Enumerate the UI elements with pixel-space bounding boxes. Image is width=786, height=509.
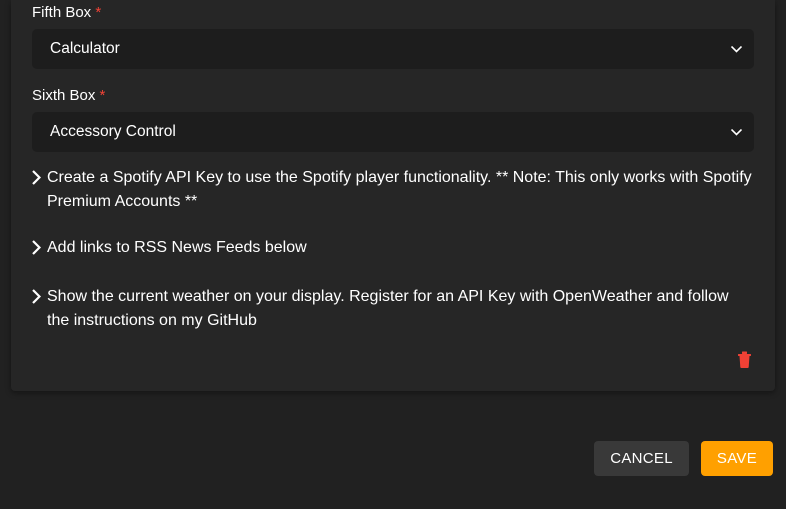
cancel-button[interactable]: CANCEL [594, 441, 689, 476]
collapsible-spotify[interactable]: Create a Spotify API Key to use the Spot… [32, 166, 754, 214]
required-marker: * [95, 4, 101, 21]
sixth-box-select-wrap: Accessory Control [32, 112, 754, 152]
collapsible-rss[interactable]: Add links to RSS News Feeds below [32, 236, 754, 263]
save-button[interactable]: SAVE [701, 441, 773, 476]
fifth-box-select[interactable]: Calculator [32, 29, 754, 69]
trash-icon [737, 356, 752, 371]
collapsible-spotify-text: Create a Spotify API Key to use the Spot… [47, 166, 754, 214]
label-text: Fifth Box [32, 4, 91, 21]
sixth-box-label: Sixth Box * [32, 83, 754, 112]
chevron-right-icon [32, 169, 41, 193]
collapsible-weather-text: Show the current weather on your display… [47, 285, 754, 333]
settings-panel: Fifth Box * Calculator Sixth Box * Acces… [11, 0, 775, 391]
fifth-box-select-wrap: Calculator [32, 29, 754, 69]
collapsible-weather[interactable]: Show the current weather on your display… [32, 285, 754, 333]
collapsible-rss-text: Add links to RSS News Feeds below [47, 236, 307, 260]
sixth-box-value: Accessory Control [50, 123, 176, 140]
delete-button[interactable] [735, 349, 754, 373]
required-marker: * [100, 87, 106, 104]
footer-actions: CANCEL SAVE [0, 391, 786, 476]
sixth-box-select[interactable]: Accessory Control [32, 112, 754, 152]
fifth-box-value: Calculator [50, 40, 120, 57]
trash-row [32, 343, 754, 373]
chevron-right-icon [32, 239, 41, 263]
fifth-box-label: Fifth Box * [32, 0, 754, 29]
chevron-right-icon [32, 288, 41, 312]
label-text: Sixth Box [32, 87, 95, 104]
